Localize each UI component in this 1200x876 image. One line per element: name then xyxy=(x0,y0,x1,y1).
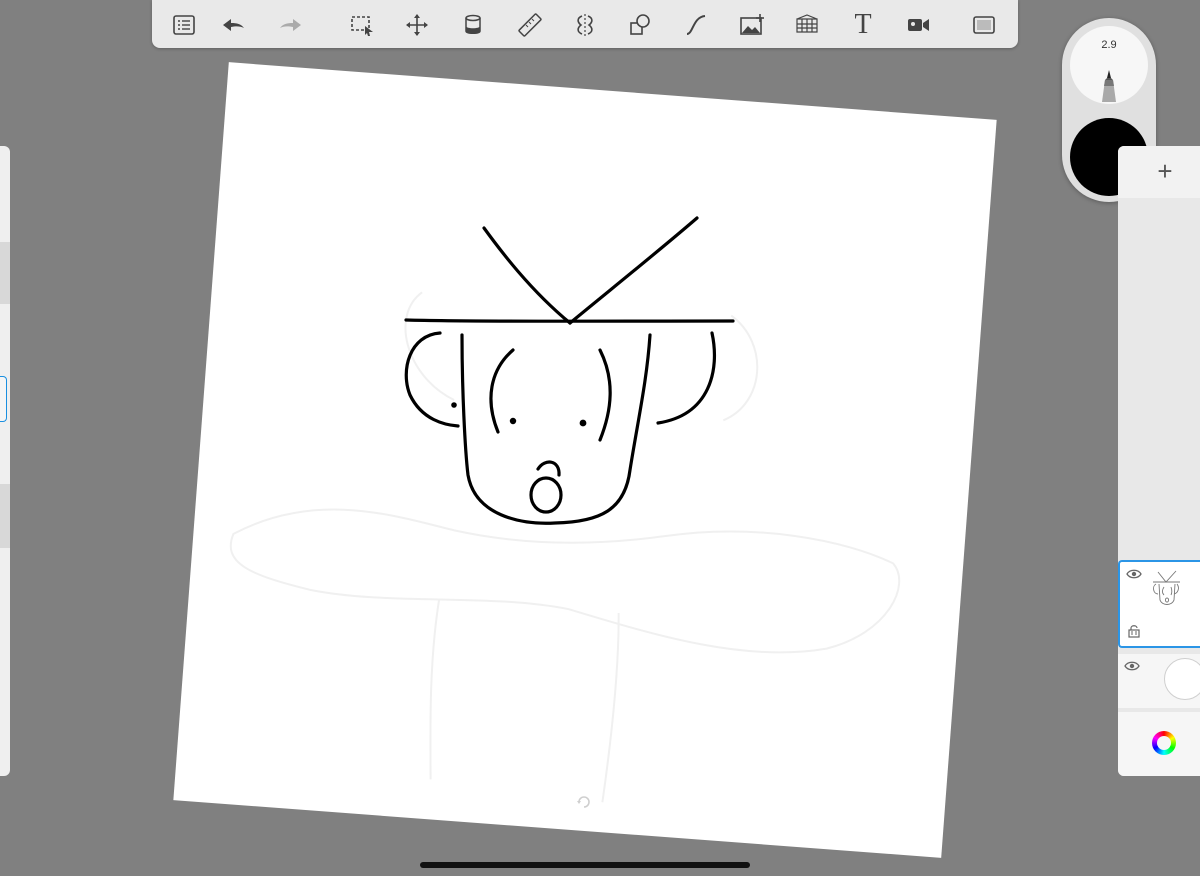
layers-list-icon[interactable] xyxy=(167,8,201,42)
left-panel-handle-top[interactable] xyxy=(0,242,10,304)
drawing-canvas[interactable] xyxy=(173,62,997,858)
eye-icon[interactable] xyxy=(1124,660,1140,672)
text-icon[interactable]: T xyxy=(846,8,880,42)
curve-icon[interactable] xyxy=(679,8,713,42)
layer-item-background[interactable] xyxy=(1118,654,1200,708)
fullscreen-icon[interactable] xyxy=(967,8,1001,42)
transform-icon[interactable] xyxy=(400,8,434,42)
ruler-icon[interactable] xyxy=(513,8,547,42)
home-indicator[interactable] xyxy=(420,862,750,868)
text-tool-label: T xyxy=(854,9,872,40)
top-toolbar: T xyxy=(152,0,1018,48)
layer-thumbnail xyxy=(1153,570,1180,605)
left-panel-selected-tab[interactable] xyxy=(0,376,7,422)
perspective-grid-icon[interactable] xyxy=(790,8,824,42)
main-sketch xyxy=(404,216,735,525)
faint-sketch xyxy=(229,291,901,803)
left-panel-handle-bottom[interactable] xyxy=(0,484,10,548)
pencil-brush-icon xyxy=(1102,70,1116,102)
import-image-icon[interactable] xyxy=(735,8,769,42)
undo-icon[interactable] xyxy=(216,8,250,42)
background-thumbnail xyxy=(1164,658,1200,700)
symmetry-icon[interactable] xyxy=(568,8,602,42)
fill-bucket-icon[interactable] xyxy=(456,8,490,42)
redo-icon[interactable] xyxy=(274,8,308,42)
left-side-panel[interactable] xyxy=(0,146,10,776)
canvas-rotate-icon[interactable] xyxy=(576,794,592,810)
record-icon[interactable] xyxy=(901,8,935,42)
selection-icon[interactable] xyxy=(345,8,379,42)
shapes-icon[interactable] xyxy=(623,8,657,42)
drawing-strokes xyxy=(229,216,901,803)
canvas-frame[interactable] xyxy=(173,62,997,858)
layer-item-drawing[interactable] xyxy=(1118,560,1200,648)
color-wheel-icon[interactable] xyxy=(1152,731,1176,755)
lock-icon[interactable] xyxy=(1128,624,1140,638)
brush-size-control[interactable]: 2.9 xyxy=(1070,26,1148,104)
add-layer-button[interactable]: + xyxy=(1152,156,1178,186)
